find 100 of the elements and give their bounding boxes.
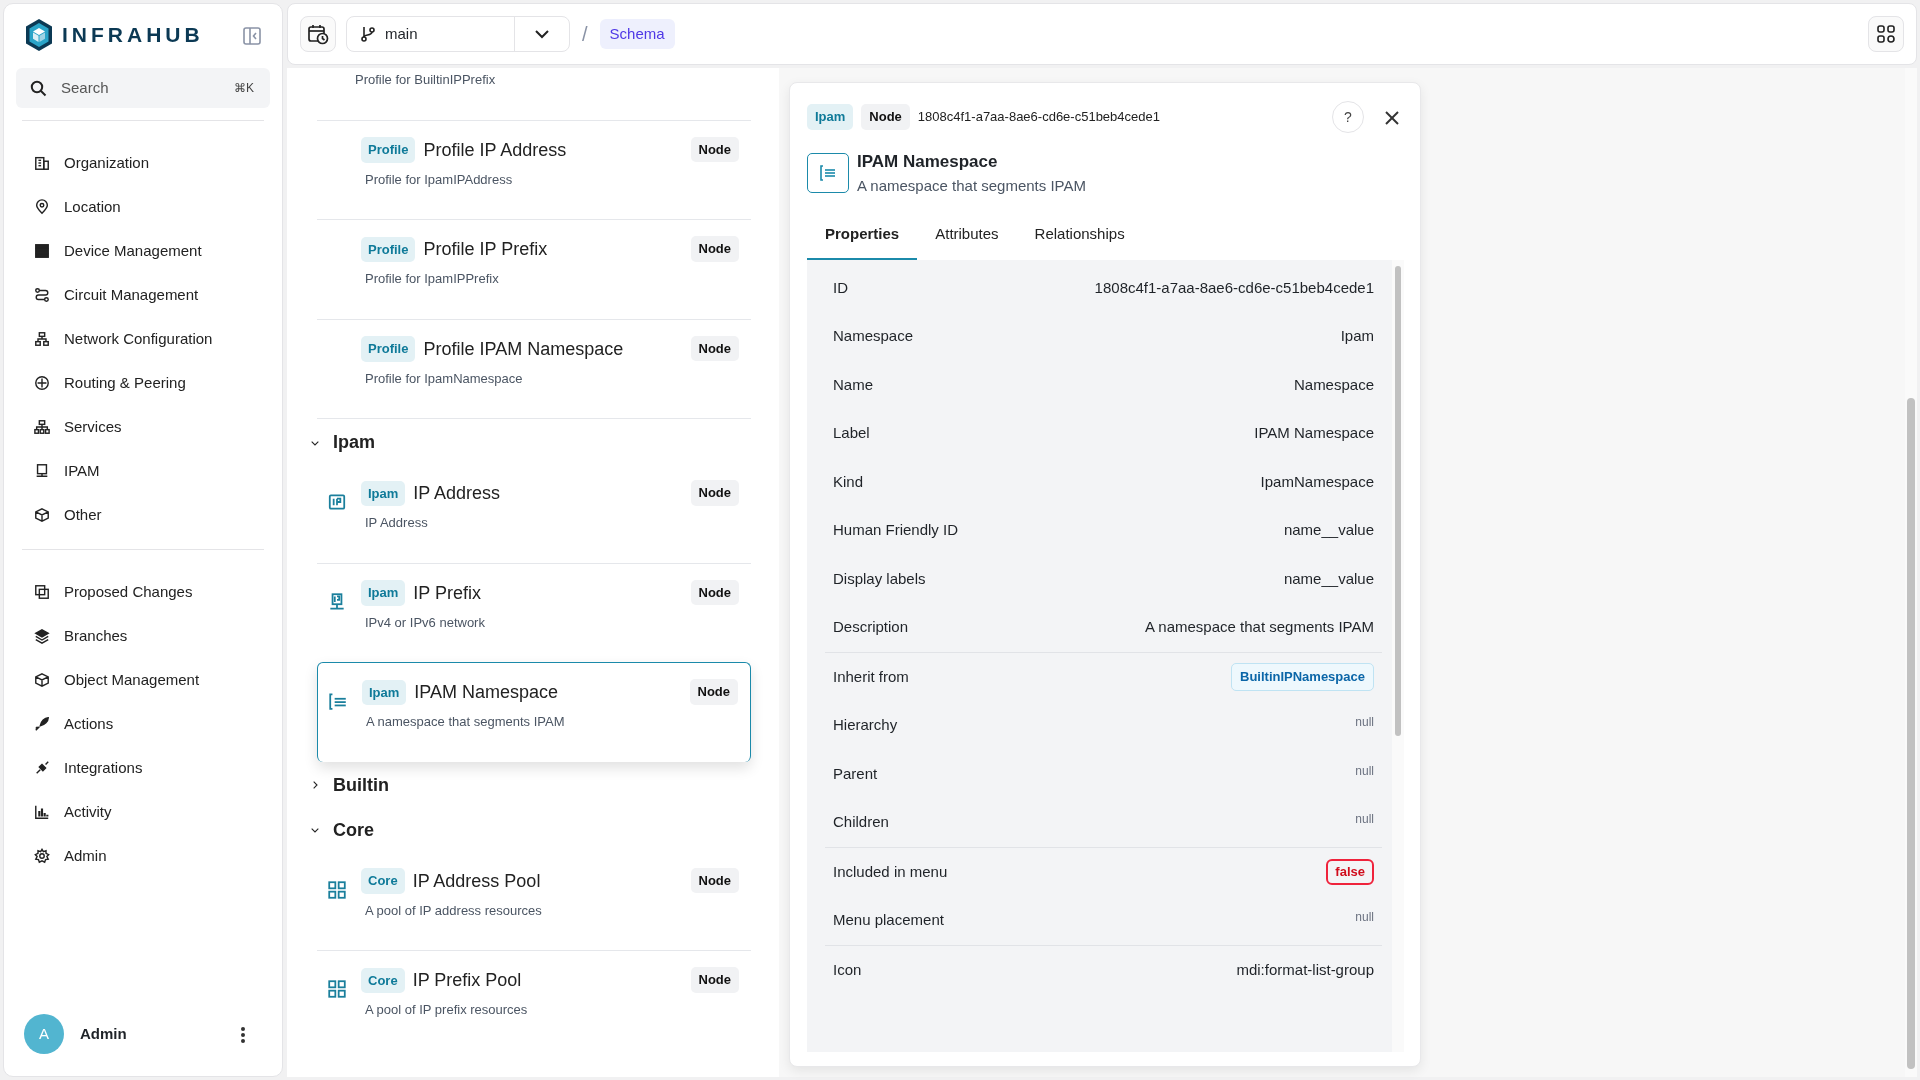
schema-item[interactable]: Core IP Prefix Pool A pool of IP prefix resources Node: [317, 951, 751, 1050]
scrollbar-thumb[interactable]: [1907, 398, 1915, 1069]
grid-icon: [327, 879, 347, 900]
breadcrumb-link[interactable]: Schema: [599, 18, 675, 50]
cube-icon: [34, 507, 50, 523]
schema-item[interactable]: Ipam IP Address IP Address Node: [317, 464, 751, 564]
item-description: A pool of IP prefix resources: [364, 1001, 529, 1019]
list-icon: [807, 153, 849, 193]
type-badge: Node: [690, 867, 739, 893]
property-value: A namespace that segments IPAM: [1145, 617, 1374, 637]
nav-item[interactable]: Branches: [16, 614, 270, 658]
nav-item[interactable]: Services: [16, 405, 270, 449]
namespace-badge: Core: [361, 868, 405, 894]
schema-item[interactable]: Profile Profile IPAM Namespace Profile for IpamNamespace Node: [317, 319, 751, 419]
nav-item[interactable]: IPAM: [16, 449, 270, 493]
namespace-badge: Ipam: [362, 679, 407, 706]
property-label: Label: [833, 423, 870, 443]
property-value: name__value: [1283, 568, 1374, 589]
property-label: Kind: [833, 471, 864, 492]
schema-item[interactable]: Profile Profile IP Prefix Profile for IpamIPPrefix Node: [317, 220, 751, 320]
property-value: IPAM Namespace: [1254, 423, 1374, 443]
item-description: Profile for BuiltinIPPrefix: [354, 71, 496, 89]
schema-item[interactable]: Profile Profile IP Address Profile for IpamIPAddress Node: [317, 120, 751, 220]
property-label: Inherit from: [833, 666, 909, 687]
nav-item[interactable]: Device Management: [16, 229, 270, 273]
namespace-badge: Profile: [361, 236, 416, 263]
list-icon: [328, 691, 348, 712]
item-description: A pool of IP address resources: [364, 901, 543, 920]
nav-item[interactable]: Actions: [16, 702, 270, 746]
property-label: ID: [833, 277, 848, 298]
property-value: mdi:format-list-group: [1236, 959, 1374, 980]
help-button[interactable]: ?: [1332, 101, 1364, 133]
pin-icon: [34, 199, 50, 215]
property-label: Display labels: [833, 568, 926, 589]
nav-item[interactable]: Circuit Management: [16, 273, 270, 317]
layers-icon: [34, 628, 50, 644]
namespace-badge: Profile: [361, 336, 416, 362]
monitor-icon: [327, 591, 347, 612]
group-title[interactable]: Builtin: [333, 771, 389, 799]
network-icon: [34, 331, 50, 347]
item-description: IPv4 or IPv6 network: [364, 613, 486, 632]
property-label: Parent: [833, 763, 878, 784]
item-title: IP Prefix Pool: [412, 969, 522, 992]
type-badge: Node: [861, 104, 910, 130]
calendar-clock-button[interactable]: [300, 16, 336, 52]
copy-icon: [34, 584, 50, 600]
namespace-badge: Ipam: [361, 480, 406, 507]
search-box[interactable]: Search ⌘K: [16, 68, 270, 108]
node-id: 1808c4f1-a7aa-8ae6-cd6e-c51beb4cede1: [917, 108, 1160, 127]
item-description: Profile for IpamIPAddress: [364, 170, 514, 189]
group-title[interactable]: Core: [333, 816, 374, 844]
item-description: Profile for IpamIPPrefix: [364, 270, 500, 288]
item-title: Profile IPAM Namespace: [423, 337, 624, 361]
route-icon: [34, 287, 50, 303]
building-icon: [34, 155, 50, 171]
cube-icon: [34, 672, 50, 688]
nav-item[interactable]: Integrations: [16, 746, 270, 790]
ip-icon: [327, 492, 347, 513]
property-label: Children: [833, 812, 889, 832]
schema-item[interactable]: Ipam IP Prefix IPv4 or IPv6 network Node: [317, 563, 751, 662]
property-label: Menu placement: [833, 910, 944, 930]
group-title[interactable]: Ipam: [333, 429, 375, 456]
search-field[interactable]: Search: [59, 75, 222, 101]
tab[interactable]: Relationships: [1016, 213, 1143, 260]
schema-item[interactable]: Ipam IPAM Namespace A namespace that segments IPAM Node: [317, 662, 751, 762]
nav-item[interactable]: Admin: [16, 834, 270, 878]
sitemap-icon: [34, 419, 50, 435]
brand-name: INFRAHUB: [62, 22, 204, 49]
nav-item[interactable]: Object Management: [16, 658, 270, 702]
nav-item[interactable]: Activity: [16, 790, 270, 834]
search-icon: [30, 79, 47, 97]
type-badge: Node: [690, 236, 739, 262]
nav-item[interactable]: Proposed Changes: [16, 570, 270, 614]
scrollbar-thumb[interactable]: [1395, 265, 1401, 736]
property-value: 1808c4f1-a7aa-8ae6-cd6e-c51beb4cede1: [1094, 277, 1374, 298]
property-label: Icon: [833, 959, 862, 980]
user-name: Admin: [80, 1023, 127, 1044]
nav-item[interactable]: Network Configuration: [16, 317, 270, 361]
nav-item[interactable]: Location: [16, 185, 270, 229]
bar-chart-icon: [34, 804, 50, 820]
boolean-badge: false: [1326, 859, 1374, 885]
apps-button[interactable]: [1868, 16, 1904, 52]
plug-icon: [34, 760, 50, 776]
property-label: Namespace: [833, 326, 914, 346]
schema-item[interactable]: Core IP Address Pool A pool of IP address resources Node: [317, 851, 751, 951]
inherit-link[interactable]: BuiltinIPNamespace: [1231, 663, 1374, 691]
property-label: Name: [833, 374, 873, 395]
tab[interactable]: Attributes: [917, 213, 1017, 260]
nav-item[interactable]: Routing & Peering: [16, 361, 270, 405]
null-value: null: [1355, 811, 1374, 828]
property-label: Description: [833, 617, 909, 637]
nav-item[interactable]: Other: [16, 493, 270, 537]
namespace-badge: Core: [361, 967, 405, 994]
node-title: IPAM Namespace: [857, 151, 999, 173]
nav-item[interactable]: Organization: [16, 141, 270, 185]
item-title: Profile IP Prefix: [423, 238, 548, 261]
property-label: Included in menu: [833, 861, 948, 882]
node-description: A namespace that segments IPAM: [857, 175, 1086, 196]
type-badge: Node: [690, 480, 739, 506]
namespace-badge: Profile: [361, 137, 416, 163]
